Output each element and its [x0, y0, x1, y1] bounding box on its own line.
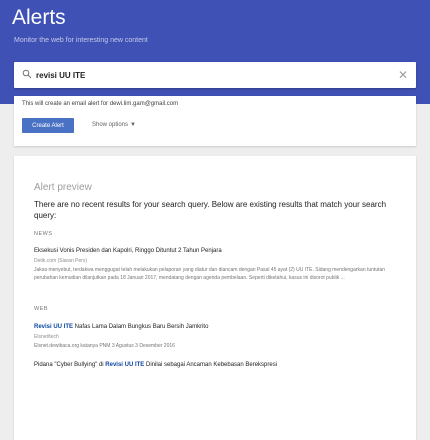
page-subtitle: Monitor the web for interesting new cont…: [14, 37, 148, 44]
result-snippet: Elsnet.dewibaca.org katanya PNM 3 Agustu…: [34, 343, 175, 349]
create-alert-button[interactable]: Create Alert: [22, 118, 74, 133]
result-title-rest: Nafas Lama Dalam Bungkus Baru Bersih Jam…: [73, 324, 209, 330]
result-snippet: Jaksa menyebut, terdakwa menggugat telah…: [34, 267, 386, 281]
result-source: Elsnet/tech: [34, 334, 59, 340]
result-title-prefix: Pidana "Cyber Bullying" di: [34, 362, 106, 368]
result-source: Detik.com (Siaran Pers): [34, 258, 88, 264]
no-results-message: There are no recent results for your sea…: [34, 200, 387, 220]
result-title[interactable]: Pidana "Cyber Bullying" di Revisi UU ITE…: [34, 362, 277, 368]
app-header: Alerts Monitor the web for interesting n…: [0, 0, 430, 104]
page-title: Alerts: [12, 6, 66, 29]
result-title[interactable]: Revisi UU ITE Nafas Lama Dalam Bungkus B…: [34, 324, 208, 330]
show-options-label: Show options: [92, 122, 129, 128]
show-options-link[interactable]: Show options ▼: [92, 122, 136, 128]
preview-title: Alert preview: [34, 182, 92, 193]
create-alert-panel: This will create an email alert for dewi…: [14, 96, 416, 146]
create-alert-info: This will create an email alert for dewi…: [22, 101, 179, 107]
alert-preview-panel: Alert preview There are no recent result…: [14, 156, 416, 440]
chevron-down-icon: ▼: [130, 122, 136, 128]
result-title[interactable]: Eksekusi Vonis Presiden dan Kapolri, Rin…: [34, 248, 222, 254]
result-title-rest: Dinilai sebagai Ancaman Kebebasan Bereks…: [144, 362, 278, 368]
search-bar: ✕: [14, 62, 416, 88]
result-title-highlight: Revisi UU ITE: [34, 324, 74, 330]
search-icon: [22, 69, 32, 79]
clear-search-icon[interactable]: ✕: [396, 68, 410, 82]
search-input[interactable]: [36, 68, 376, 82]
section-label-web: WEB: [34, 306, 49, 312]
result-title-highlight: Revisi UU ITE: [105, 362, 145, 368]
section-label-news: NEWS: [34, 231, 53, 237]
